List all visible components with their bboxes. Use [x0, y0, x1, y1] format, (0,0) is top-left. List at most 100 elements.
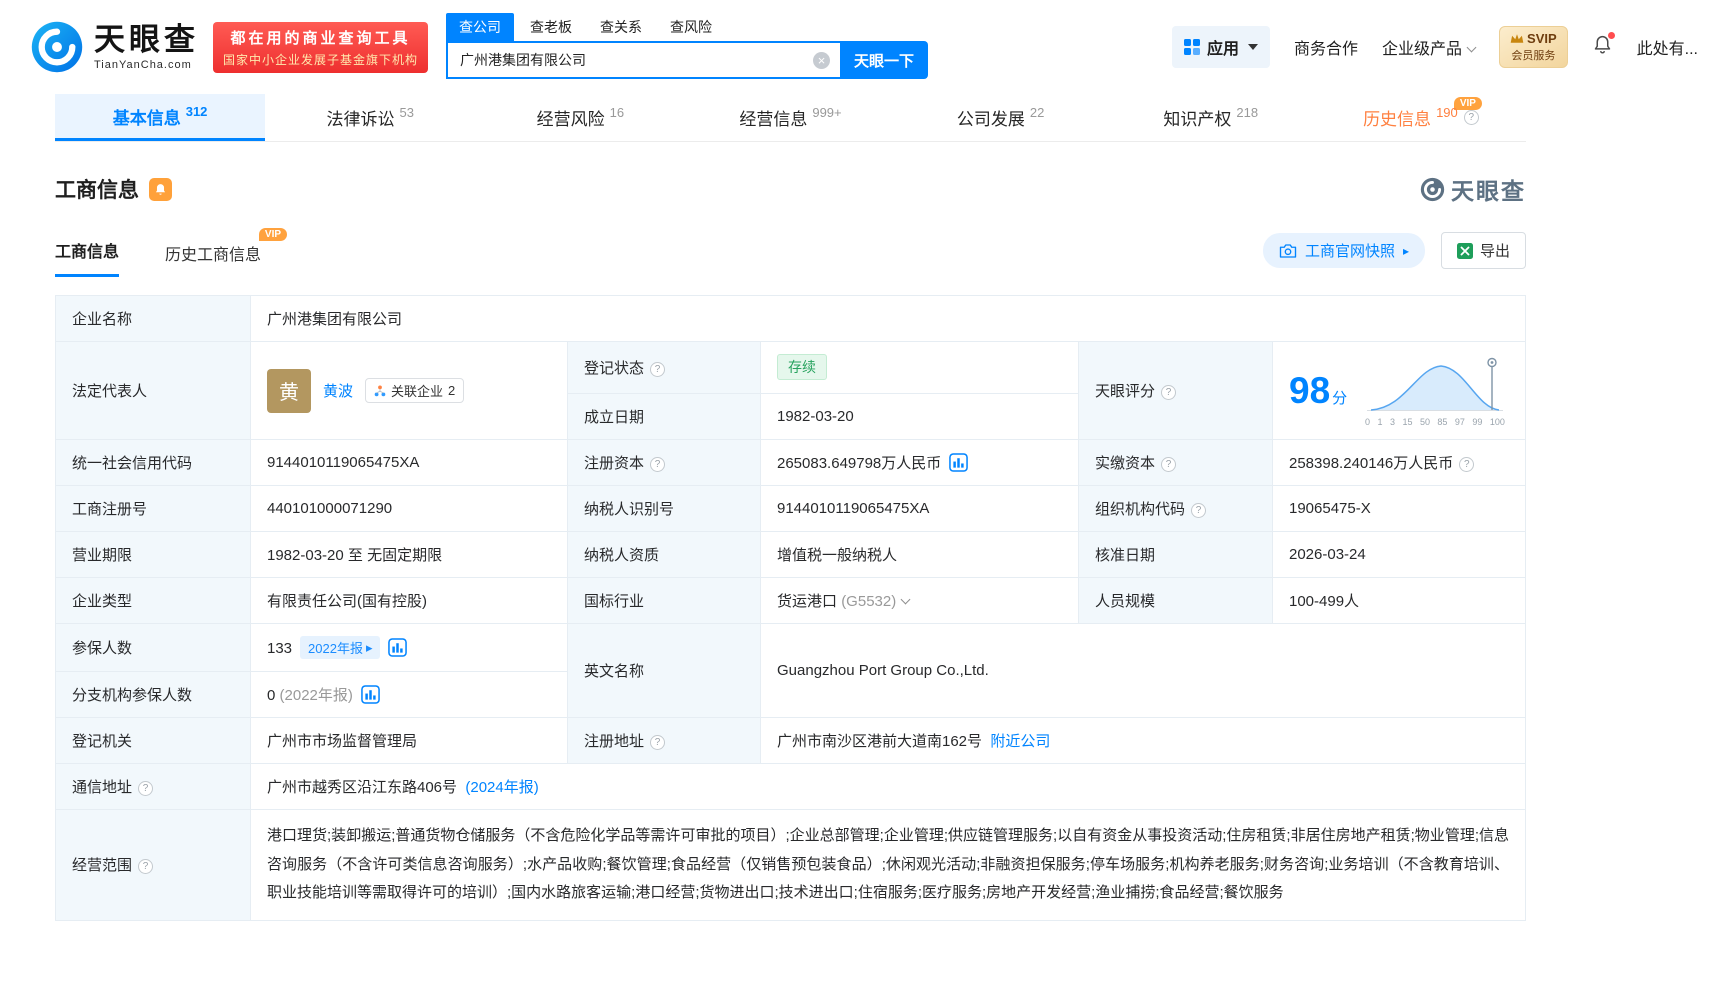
business-cooperation-link[interactable]: 商务合作: [1294, 35, 1358, 59]
table-row: 通信地址? 广州市越秀区沿江东路406号 (2024年报): [55, 763, 1526, 810]
table-row: 登记机关 广州市市场监督管理局 注册地址? 广州市南沙区港前大道南162号 附近…: [55, 717, 1526, 764]
legal-rep-avatar[interactable]: 黄: [267, 368, 311, 413]
top-header: 天眼查 TianYanCha.com 都在用的商业查询工具 国家中小企业发展子基…: [0, 0, 1728, 94]
bar-chart-icon[interactable]: [361, 685, 380, 704]
search-box: ×: [446, 41, 841, 79]
business-info-section: 工商信息 天眼查 工商信息 历史工商信息 VIP 工商官网快照 ▸ 导出 企业名…: [55, 172, 1526, 921]
help-icon[interactable]: ?: [650, 735, 666, 750]
legal-rep-link[interactable]: 黄波: [323, 380, 353, 401]
section-title: 工商信息: [55, 179, 139, 202]
label-approval-date: 核准日期: [1078, 531, 1273, 578]
table-row: 企业类型 有限责任公司(国有控股) 国标行业 货运港口 (G5532) 人员规模…: [55, 577, 1526, 624]
value-national-industry[interactable]: 货运港口 (G5532): [760, 577, 1079, 624]
value-credit-code: 9144010119065475XA: [250, 439, 568, 486]
value-registration-status: 存续: [760, 341, 1079, 394]
table-row: 工商注册号 440101000071290 纳税人识别号 91440101190…: [55, 485, 1526, 532]
search-tab-company[interactable]: 查公司: [446, 13, 515, 41]
nearby-companies-link[interactable]: 附近公司: [990, 733, 1050, 750]
value-org-code: 19065475-X: [1272, 485, 1526, 532]
table-row: 法定代表人 黄 黄波 关联企业 2 登记状态 ? 存续 天眼评分 ? 98 分 …: [55, 341, 1526, 440]
help-icon[interactable]: ?: [1463, 110, 1479, 125]
help-icon[interactable]: ?: [1459, 457, 1475, 472]
related-companies-badge[interactable]: 关联企业 2: [365, 378, 465, 403]
table-row: 统一社会信用代码 9144010119065475XA 注册资本? 265083…: [55, 439, 1526, 486]
promo-line1: 都在用的商业查询工具: [230, 29, 411, 47]
label-registration-authority: 登记机关: [55, 717, 251, 764]
tab-history-info[interactable]: VIP 历史信息 190 ?: [1316, 94, 1526, 141]
tab-legal-proceedings[interactable]: 法律诉讼 53: [265, 94, 475, 141]
bell-icon: [155, 183, 166, 195]
table-row: 营业期限 1982-03-20 至 无固定期限 纳税人资质 增值税一般纳税人 核…: [55, 531, 1526, 578]
table-row: 企业名称 广州港集团有限公司: [55, 295, 1526, 342]
label-english-name: 英文名称: [567, 623, 761, 718]
value-taxpayer-id: 9144010119065475XA: [760, 485, 1079, 532]
label-paid-capital: 实缴资本?: [1078, 439, 1273, 486]
notifications-button[interactable]: [1592, 32, 1615, 60]
help-icon[interactable]: ?: [650, 457, 666, 472]
label-registered-address: 注册地址?: [567, 717, 761, 764]
search-input[interactable]: [448, 52, 841, 68]
camera-icon: [1279, 243, 1297, 258]
enterprise-products-link[interactable]: 企业级产品: [1382, 35, 1477, 59]
help-icon[interactable]: ?: [1191, 503, 1207, 518]
arrow-right-icon: ▸: [1402, 243, 1409, 258]
org-chart-icon: [374, 385, 386, 396]
clear-search-icon[interactable]: ×: [813, 51, 831, 69]
promo-line2: 国家中小企业发展子基金旗下机构: [223, 52, 419, 67]
value-registered-capital: 265083.649798万人民币: [760, 439, 1079, 486]
vip-badge: VIP: [258, 228, 288, 241]
annual-report-badge[interactable]: 2022年报 ▸: [300, 636, 381, 659]
label-company-type: 企业类型: [55, 577, 251, 624]
crown-icon: [1510, 34, 1524, 43]
value-registration-authority: 广州市市场监督管理局: [250, 717, 568, 764]
label-taxpayer-qualification: 纳税人资质: [567, 531, 761, 578]
svip-membership-badge[interactable]: SVIP 会员服务: [1499, 26, 1568, 68]
help-icon[interactable]: ?: [138, 781, 154, 796]
subscribe-bell-button[interactable]: [149, 177, 172, 201]
tab-basic-info[interactable]: 基本信息 312: [55, 94, 266, 141]
value-legal-representative: 黄 黄波 关联企业 2: [250, 341, 568, 440]
search-tab-risk[interactable]: 查风险: [670, 13, 712, 41]
subtab-business-info[interactable]: 工商信息: [55, 238, 120, 277]
bar-chart-icon[interactable]: [388, 638, 408, 657]
sub-tabs-row: 工商信息 历史工商信息 VIP 工商官网快照 ▸ 导出: [55, 228, 1526, 277]
help-icon[interactable]: ?: [650, 361, 666, 377]
subtab-history-business-info[interactable]: 历史工商信息 VIP: [165, 228, 288, 277]
value-branch-insured-count: 0 (2022年报): [250, 671, 568, 718]
value-registered-address: 广州市南沙区港前大道南162号 附近公司: [760, 717, 1526, 764]
label-legal-representative: 法定代表人: [55, 341, 251, 440]
bar-chart-icon[interactable]: [949, 453, 969, 472]
score-number: 98 分: [1289, 369, 1348, 411]
header-more-text[interactable]: 此处有...: [1637, 35, 1698, 59]
label-insured-count: 参保人数: [55, 623, 251, 672]
value-registration-number: 440101000071290: [250, 485, 568, 532]
excel-icon: [1456, 242, 1473, 259]
value-approval-date: 2026-03-24: [1272, 531, 1526, 578]
value-company-name: 广州港集团有限公司: [250, 295, 1526, 342]
help-icon[interactable]: ?: [1161, 385, 1177, 400]
notification-dot: [1607, 32, 1615, 39]
tab-operating-risk[interactable]: 经营风险 16: [475, 94, 685, 141]
export-button[interactable]: 导出: [1440, 232, 1526, 269]
official-snapshot-button[interactable]: 工商官网快照 ▸: [1262, 233, 1425, 268]
caret-down-icon: [1248, 44, 1258, 50]
help-icon[interactable]: ?: [138, 859, 154, 875]
label-establish-date: 成立日期: [567, 392, 761, 441]
label-business-scope: 经营范围?: [55, 809, 251, 921]
value-mailing-address: 广州市越秀区沿江东路406号 (2024年报): [250, 763, 1526, 810]
svip-label: SVIP: [1527, 31, 1557, 46]
apps-label: 应用: [1206, 41, 1239, 58]
search-tab-boss[interactable]: 查老板: [530, 13, 572, 41]
help-icon[interactable]: ?: [1161, 457, 1177, 472]
tianyancha-logo[interactable]: 天眼查 TianYanCha.com: [30, 20, 199, 74]
annual-report-link[interactable]: (2024年报): [465, 779, 538, 796]
value-business-scope: 港口理货;装卸搬运;普通货物仓储服务（不含危险化学品等需许可审批的项目）;企业总…: [250, 809, 1526, 921]
apps-button[interactable]: 应用: [1171, 26, 1270, 68]
company-nav-tabs: 基本信息 312 法律诉讼 53 经营风险 16 经营信息 999+ 公司发展 22 知识…: [55, 94, 1526, 142]
search-button[interactable]: 天眼一下: [840, 41, 929, 79]
tab-intellectual-property[interactable]: 知识产权 218: [1106, 94, 1316, 141]
tab-business-info[interactable]: 经营信息 999+: [685, 94, 895, 141]
tab-company-development[interactable]: 公司发展 22: [896, 94, 1106, 141]
search-tab-relation[interactable]: 查关系: [600, 13, 642, 41]
value-paid-capital: 258398.240146万人民币?: [1272, 439, 1526, 486]
